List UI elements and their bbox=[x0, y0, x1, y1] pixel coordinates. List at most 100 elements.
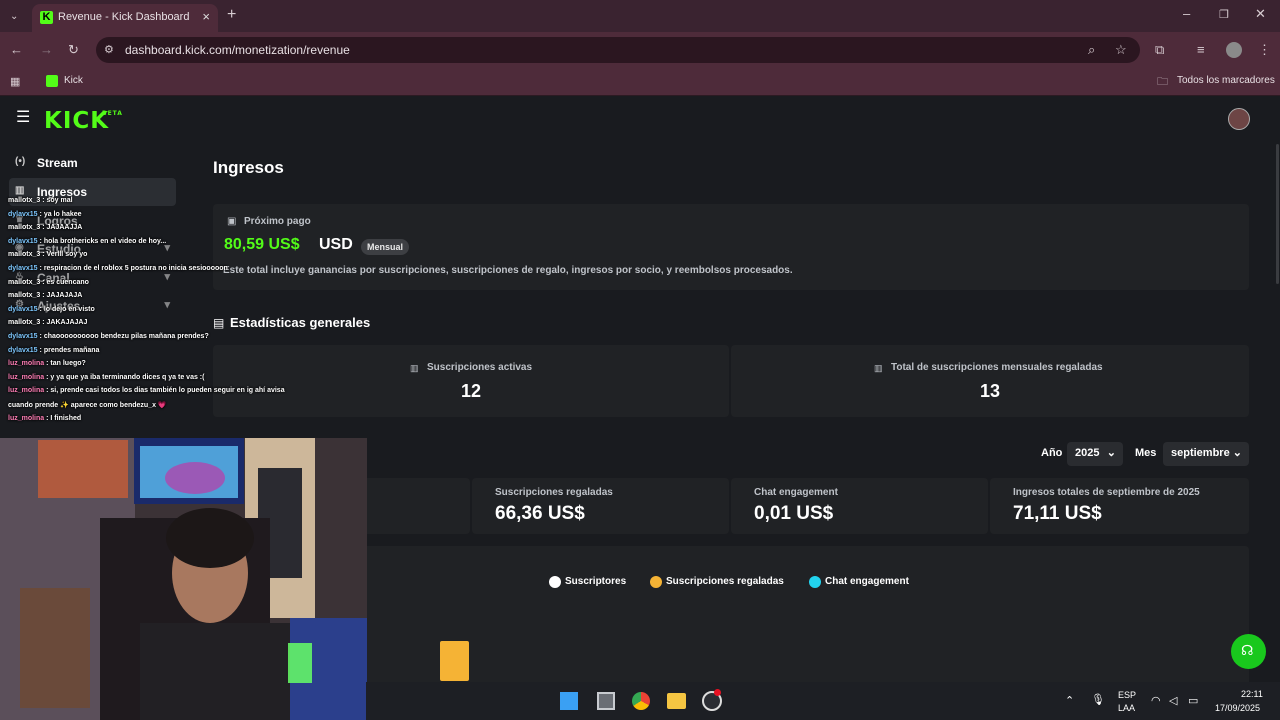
chat-message: dylavx15 : hola brothericks en el video … bbox=[8, 238, 166, 245]
chat-message: luz_molina : si, prende casi todos los d… bbox=[8, 387, 285, 394]
chat-message: cuando prende ✨ aparece como bendezu_x 💗 bbox=[8, 401, 167, 409]
chat-text: : chaoooooooooo bendezu pilas mañana pre… bbox=[37, 333, 209, 340]
support-chat-button[interactable]: ☊ bbox=[1231, 634, 1266, 669]
legend-swatch-gifted bbox=[650, 576, 662, 588]
language-bottom[interactable]: LAA bbox=[1118, 703, 1135, 713]
chat-username: luz_molina bbox=[8, 387, 45, 395]
bookmarks-bar: ▦ Kick 🗀 Todos los marcadores bbox=[0, 68, 1280, 96]
stat-label: Suscripciones activas bbox=[427, 362, 533, 373]
menu-dots-icon[interactable]: ⋮ bbox=[1258, 42, 1271, 58]
stat-value: 13 bbox=[979, 381, 1001, 401]
chat-message: mallotx_3 : JAKAJAJAJ bbox=[8, 319, 87, 326]
chat-username: luz_molina bbox=[8, 414, 45, 422]
webcam-feed bbox=[0, 438, 367, 720]
hamburger-menu-icon[interactable]: ☰ bbox=[16, 110, 30, 126]
chat-username: mallotx_3 bbox=[8, 319, 41, 327]
apps-grid-icon[interactable]: ▦ bbox=[10, 74, 20, 90]
chat-text: : Verlll soy yo bbox=[40, 251, 88, 259]
chat-message: dylavx15 : respiracion de el roblox 5 po… bbox=[8, 265, 228, 272]
browser-tab[interactable]: K Revenue - Kick Dashboard × bbox=[32, 4, 218, 32]
zoom-icon[interactable]: ⌕ bbox=[1088, 42, 1095, 58]
legend-label[interactable]: Suscriptores bbox=[565, 576, 626, 587]
chat-username: mallotx_3 bbox=[8, 197, 41, 204]
revenue-value: 66,36 US$ bbox=[495, 503, 585, 524]
minimize-icon[interactable]: – bbox=[1183, 6, 1190, 22]
clock-date[interactable]: 17/09/2025 bbox=[1215, 703, 1260, 713]
chat-username: luz_molina bbox=[8, 373, 45, 381]
page-scrollbar[interactable] bbox=[1276, 144, 1279, 284]
legend-label[interactable]: Chat engagement bbox=[825, 576, 909, 587]
task-view-icon[interactable] bbox=[597, 692, 615, 710]
battery-icon[interactable]: ▭ bbox=[1188, 694, 1198, 707]
chat-text: : I finished bbox=[44, 414, 82, 422]
windows-start-icon[interactable] bbox=[560, 692, 578, 710]
revenue-label: Ingresos totales de septiembre de 2025 bbox=[1013, 487, 1200, 498]
year-label: Año bbox=[1041, 447, 1063, 459]
user-avatar[interactable] bbox=[1228, 108, 1250, 130]
webcam-overlay bbox=[0, 438, 367, 720]
chat-username: dylavx15 bbox=[8, 210, 38, 218]
chat-message: mallotx_3 : soy mal bbox=[8, 197, 73, 204]
kick-favicon-icon: K bbox=[40, 11, 53, 24]
revenue-card-total: Ingresos totales de septiembre de 2025 7… bbox=[990, 478, 1249, 534]
clock-time[interactable]: 22:11 bbox=[1241, 689, 1263, 699]
page-title: Ingresos bbox=[213, 158, 284, 177]
wifi-icon[interactable]: ◠ bbox=[1151, 694, 1161, 707]
broadcast-icon: (•) bbox=[15, 156, 26, 167]
chat-message: dylavx15 : prendes mañana bbox=[8, 347, 99, 354]
close-window-icon[interactable]: ✕ bbox=[1255, 6, 1266, 22]
chat-username: dylavx15 bbox=[8, 305, 38, 313]
tray-chevron-up-icon[interactable]: ⌃ bbox=[1065, 694, 1074, 707]
back-icon[interactable]: ← bbox=[10, 42, 23, 58]
bookmark-star-icon[interactable]: ☆ bbox=[1115, 42, 1127, 58]
reload-icon[interactable]: ↻ bbox=[68, 42, 79, 58]
chat-message: mallotx_3 : JAJAAJJA bbox=[8, 224, 82, 231]
chat-text: : JAKAJAJAJ bbox=[40, 319, 88, 327]
beta-badge: BETA bbox=[102, 110, 123, 117]
year-select[interactable]: 2025 ⌄ bbox=[1067, 442, 1123, 466]
microphone-icon[interactable]: 🎙 bbox=[1091, 693, 1105, 706]
chart-icon: ▥ bbox=[15, 185, 25, 196]
windows-taskbar: ⌃ 🎙 ESP LAA ◠ ◁ ▭ 22:11 17/09/2025 bbox=[366, 682, 1280, 720]
chart-bar-gifted[interactable] bbox=[440, 641, 469, 681]
profile-avatar[interactable] bbox=[1226, 42, 1242, 58]
chat-username: dylavx15 bbox=[8, 346, 38, 354]
kick-logo[interactable]: KICK BETA bbox=[44, 108, 122, 134]
close-tab-icon[interactable]: × bbox=[202, 9, 210, 24]
media-icon[interactable]: ≡ bbox=[1197, 42, 1205, 58]
forward-icon[interactable]: → bbox=[40, 42, 53, 58]
revenue-card-chat: Chat engagement 0,01 US$ bbox=[731, 478, 988, 534]
volume-icon[interactable]: ◁ bbox=[1169, 694, 1177, 707]
stat-card-gifted-subs: ▥ Total de suscripciones mensuales regal… bbox=[731, 345, 1249, 417]
tab-search-icon[interactable]: ⌄ bbox=[10, 9, 18, 25]
chat-message: luz_molina : tan luego? bbox=[8, 360, 86, 367]
revenue-label: Suscripciones regaladas bbox=[495, 487, 613, 498]
month-select[interactable]: septiembre ⌄ bbox=[1163, 442, 1249, 466]
file-explorer-icon[interactable] bbox=[667, 693, 686, 709]
chat-message: dylavx15 : chaoooooooooo bendezu pilas m… bbox=[8, 333, 209, 340]
legend-label[interactable]: Suscripciones regaladas bbox=[666, 576, 784, 587]
chat-text: : hola brothericks en el video de hoy... bbox=[37, 237, 167, 245]
chrome-icon[interactable] bbox=[632, 692, 650, 710]
new-tab-icon[interactable]: + bbox=[227, 7, 236, 23]
all-bookmarks[interactable]: Todos los marcadores bbox=[1177, 75, 1275, 86]
bookmark-kick[interactable]: Kick bbox=[64, 75, 83, 86]
revenue-label: Chat engagement bbox=[754, 487, 838, 498]
site-info-icon[interactable]: ⚙ bbox=[104, 42, 114, 58]
legend-swatch-chat bbox=[809, 576, 821, 588]
chevron-down-icon: ⌄ bbox=[1106, 447, 1116, 459]
sidebar-item-stream[interactable]: (•) Stream bbox=[9, 149, 176, 177]
extensions-icon[interactable]: ⧉ bbox=[1155, 42, 1164, 58]
chat-text: cuando prende ✨ aparece como bendezu_x 💗 bbox=[8, 402, 167, 409]
chat-text: : lo dejo en visto bbox=[37, 305, 95, 313]
language-top[interactable]: ESP bbox=[1118, 690, 1136, 700]
revenue-value: 0,01 US$ bbox=[754, 503, 834, 524]
revenue-value: 71,11 US$ bbox=[1013, 503, 1102, 524]
address-bar[interactable]: ⚙ dashboard.kick.com/monetization/revenu… bbox=[96, 37, 1140, 63]
chat-message: dylavx15 : lo dejo en visto bbox=[8, 306, 95, 313]
chat-text: : JAJAAJJA bbox=[40, 224, 83, 232]
chat-message: mallotx_3 : JAJAJAJA bbox=[8, 292, 82, 299]
chat-message: mallotx_3 : Verlll soy yo bbox=[8, 251, 87, 258]
chat-username: mallotx_3 bbox=[8, 224, 41, 232]
maximize-icon[interactable]: ❐ bbox=[1219, 7, 1229, 23]
